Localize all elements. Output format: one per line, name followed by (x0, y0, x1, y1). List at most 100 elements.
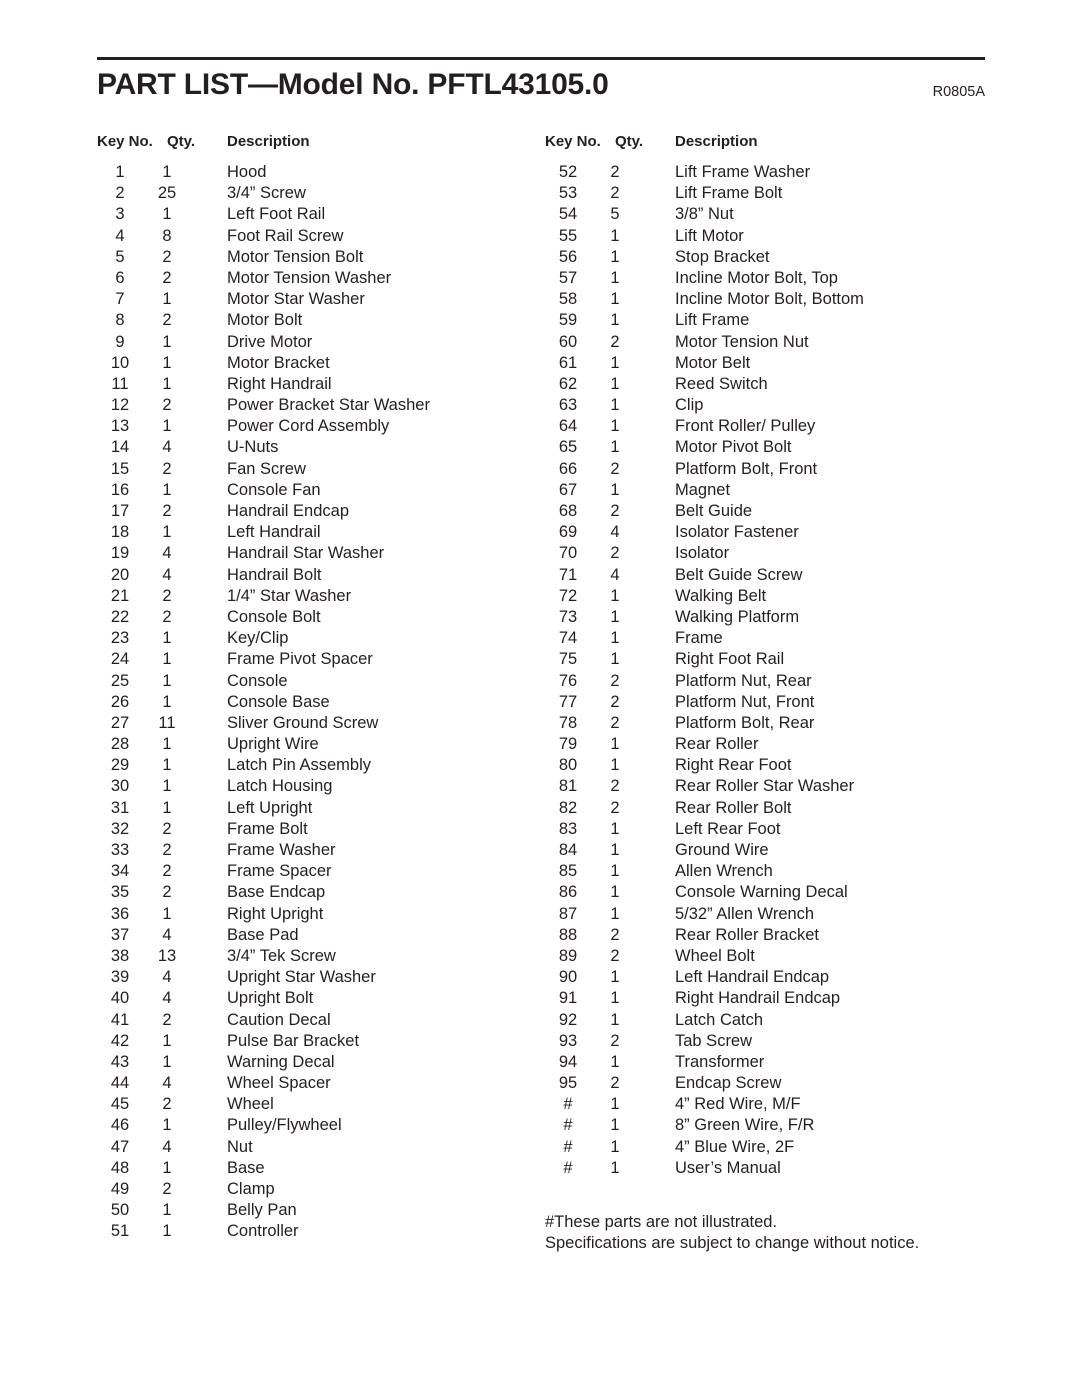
cell-qty: 2 (610, 459, 620, 478)
cell-key-no: 53 (558, 184, 578, 203)
cell-qty: 1 (610, 819, 620, 838)
cell-qty: 11 (158, 713, 176, 732)
cell-description: Incline Motor Bolt, Top (675, 268, 838, 287)
cell-description: Latch Pin Assembly (227, 756, 371, 775)
cell-qty: 13 (157, 946, 177, 965)
cell-qty: 1 (610, 1137, 620, 1156)
cell-qty: 2 (162, 311, 172, 330)
cell-key-no: 47 (110, 1137, 130, 1156)
cell-description: Console Fan (227, 480, 321, 499)
cell-qty: 1 (162, 650, 172, 669)
cell-description: Endcap Screw (675, 1074, 782, 1093)
cell-key-no: 11 (111, 374, 129, 393)
cell-description: Left Upright (227, 798, 313, 817)
cell-description: Platform Bolt, Front (675, 459, 818, 478)
cell-key-no: 90 (558, 968, 578, 987)
page-title: PART LIST—Model No. PFTL43105.0 (97, 68, 609, 101)
cell-description: Rear Roller Bolt (675, 798, 792, 817)
cell-key-no: 50 (110, 1201, 130, 1220)
cell-description: Right Rear Foot (675, 756, 792, 775)
cell-description: Frame (675, 629, 723, 648)
cell-qty: 2 (162, 502, 172, 520)
cell-qty: 2 (162, 247, 172, 266)
cell-description: Isolator (675, 544, 730, 563)
cell-key-no: 5 (115, 247, 125, 266)
cell-description: Handrail Star Washer (227, 544, 385, 563)
cell-description: Motor Belt (675, 353, 751, 372)
cell-key-no: 72 (558, 586, 578, 605)
cell-key-no: 19 (110, 544, 130, 563)
cell-key-no: 42 (110, 1031, 130, 1050)
footnote-line: #These parts are not illustrated. (545, 1213, 778, 1231)
header-qty: Qty. (615, 133, 644, 150)
cell-qty: 2 (610, 1031, 620, 1050)
cell-qty: 1 (610, 353, 620, 372)
cell-description: Allen Wrench (675, 862, 773, 881)
cell-key-no: 30 (110, 777, 130, 796)
cell-description: Motor Star Washer (227, 290, 365, 309)
cell-qty: 1 (610, 968, 620, 987)
cell-key-no: 73 (558, 607, 578, 626)
cell-description: 4” Blue Wire, 2F (675, 1137, 795, 1156)
cell-key-no: 84 (558, 841, 578, 859)
cell-qty: 8 (162, 226, 172, 245)
cell-key-no: 86 (558, 883, 578, 902)
cell-key-no: 15 (110, 459, 130, 478)
cell-description: Fan Screw (227, 459, 306, 478)
cell-key-no: 64 (558, 417, 578, 436)
cell-qty: 1 (610, 396, 620, 415)
cell-qty: 1 (610, 586, 620, 605)
cell-key-no: 40 (110, 989, 130, 1008)
cell-description: Motor Tension Washer (227, 268, 392, 287)
cell-description: Upright Wire (227, 735, 319, 754)
part-list-page: PART LIST—Model No. PFTL43105.0 R0805A K… (0, 0, 1080, 1397)
cell-description: Rear Roller Star Washer (675, 777, 855, 796)
cell-qty: 2 (162, 1095, 172, 1114)
cell-qty: 1 (610, 883, 620, 902)
cell-description: Motor Tension Bolt (227, 247, 364, 266)
cell-key-no: 58 (558, 290, 578, 309)
cell-key-no: 20 (110, 565, 130, 584)
cell-key-no: 6 (115, 268, 125, 287)
cell-key-no: 38 (110, 946, 130, 965)
cell-qty: 2 (162, 268, 172, 287)
cell-key-no: 92 (558, 1010, 578, 1029)
cell-qty: 2 (610, 946, 620, 965)
cell-qty: 4 (162, 968, 172, 987)
cell-description: Latch Housing (227, 777, 333, 796)
cell-qty: 1 (162, 353, 172, 372)
cell-qty: 1 (162, 629, 172, 648)
cell-description: Lift Frame (675, 311, 750, 330)
cell-description: Rear Roller (675, 735, 759, 754)
cell-qty: 2 (610, 777, 620, 796)
cell-qty: 1 (610, 1116, 620, 1135)
cell-description: Right Handrail (227, 374, 332, 393)
cell-key-no: 56 (558, 247, 578, 266)
cell-qty: 1 (610, 650, 620, 669)
cell-description: Belt Guide Screw (675, 565, 803, 584)
cell-qty: 4 (162, 925, 172, 944)
cell-key-no: 28 (110, 735, 130, 754)
cell-qty: 1 (610, 841, 620, 859)
cell-qty: 4 (610, 565, 620, 584)
cell-description: Lift Motor (675, 226, 744, 245)
cell-qty: 1 (162, 417, 172, 436)
cell-key-no: 7 (115, 290, 125, 309)
cell-qty: 1 (610, 247, 620, 266)
cell-key-no: 33 (110, 841, 130, 859)
cell-description: Stop Bracket (675, 247, 770, 266)
cell-description: Left Handrail Endcap (675, 968, 830, 987)
cell-description: Sliver Ground Screw (227, 713, 379, 732)
cell-description: Right Handrail Endcap (675, 989, 841, 1008)
cell-description: Power Cord Assembly (227, 417, 390, 436)
cell-key-no: 76 (558, 671, 578, 690)
cell-qty: 2 (610, 544, 620, 563)
cell-qty: 2 (610, 692, 620, 711)
cell-key-no: 39 (110, 968, 130, 987)
cell-description: Wheel Spacer (227, 1074, 331, 1093)
cell-key-no: 87 (558, 904, 578, 923)
cell-key-no: # (563, 1158, 573, 1177)
cell-key-no: 49 (110, 1180, 130, 1198)
cell-qty: 1 (162, 205, 172, 224)
cell-key-no: 3 (115, 205, 125, 224)
